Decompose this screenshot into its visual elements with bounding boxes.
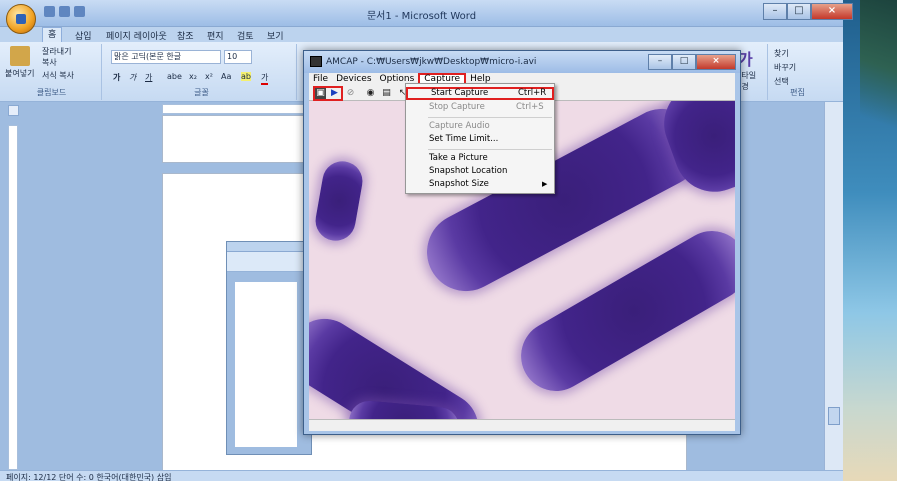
menu-item-set-time-limit[interactable]: Set Time Limit...: [406, 133, 554, 146]
menu-item-label: Snapshot Location: [429, 166, 508, 176]
close-button[interactable]: ×: [811, 3, 853, 20]
superscript-icon[interactable]: x²: [205, 72, 213, 81]
format-painter-button[interactable]: 서식 복사: [42, 70, 74, 81]
vertical-scrollbar[interactable]: [824, 102, 843, 470]
desktop-palm-tree: [860, 0, 897, 130]
amcap-close-button[interactable]: ×: [696, 54, 736, 70]
tab-mailings[interactable]: 편지: [207, 29, 224, 42]
menu-devices[interactable]: Devices: [332, 73, 375, 86]
status-bar: 페이지: 12/12 단어 수: 0 한국어(대한민국) 삽입: [0, 470, 843, 481]
tab-selector[interactable]: [8, 105, 19, 116]
tab-page-layout[interactable]: 페이지 레이아웃: [106, 29, 167, 42]
editing-group-label: 편집: [790, 88, 805, 97]
clipboard-group-label: 클립보드: [36, 88, 67, 97]
amcap-minimize-button[interactable]: –: [648, 54, 672, 70]
cut-button[interactable]: 잘라내기: [42, 46, 71, 57]
tab-home[interactable]: 홈: [42, 27, 63, 42]
menu-separator: [428, 117, 552, 118]
tab-view[interactable]: 보기: [267, 29, 284, 42]
menu-item-take-a-picture[interactable]: Take a Picture: [406, 152, 554, 165]
font-size-combo[interactable]: 10: [224, 50, 252, 64]
word-title-bar: 문서1 - Microsoft Word – □ ×: [0, 0, 853, 27]
maximize-button[interactable]: □: [787, 3, 811, 20]
italic-icon[interactable]: 가: [129, 72, 136, 83]
menu-item-shortcut: Ctrl+R: [518, 88, 547, 98]
replace-button[interactable]: 바꾸기: [774, 62, 796, 73]
menu-file[interactable]: File: [309, 73, 332, 86]
menu-item-stop-capture[interactable]: Stop Capture Ctrl+S: [406, 101, 554, 114]
menu-item-snapshot-location[interactable]: Snapshot Location: [406, 165, 554, 178]
amcap-title-bar: AMCAP - C:₩Users₩jkw₩Desktop₩micro-i.avi…: [304, 51, 740, 73]
font-group: 맑은 고딕(본문 한글 10 가 가 가 abe x₂ x² Aa ab 가 글…: [107, 44, 297, 100]
tab-review[interactable]: 검토: [237, 29, 254, 42]
menu-item-shortcut: Ctrl+S: [516, 102, 544, 112]
underline-icon[interactable]: 가: [145, 72, 152, 83]
bacterium-cell: [309, 305, 492, 419]
submenu-arrow-icon: ▶: [542, 180, 548, 188]
minimize-button[interactable]: –: [763, 3, 787, 20]
embedded-screenshot-image: [226, 241, 312, 455]
stop-icon[interactable]: ⊘: [345, 88, 356, 99]
find-button[interactable]: 찾기: [774, 48, 789, 59]
bold-icon[interactable]: 가: [113, 72, 120, 83]
capture-menu-dropdown: Start Capture Ctrl+R Stop Capture Ctrl+S…: [405, 83, 555, 194]
amcap-window-title: AMCAP - C:₩Users₩jkw₩Desktop₩micro-i.avi: [326, 57, 537, 67]
bacterium-cell: [312, 158, 366, 244]
select-button[interactable]: 선택: [774, 76, 789, 87]
menu-item-label: Stop Capture: [429, 102, 485, 112]
strikethrough-icon[interactable]: abe: [167, 72, 182, 81]
ribbon-tabs: 홈 삽입 페이지 레이아웃 참조 편지 검토 보기: [0, 27, 843, 42]
toolbar-highlight-box: [313, 86, 343, 101]
tab-references[interactable]: 참조: [177, 29, 194, 42]
menu-item-start-capture[interactable]: Start Capture Ctrl+R: [406, 87, 554, 100]
menu-item-label: Start Capture: [431, 88, 489, 98]
menu-separator: [428, 149, 552, 150]
amcap-window-controls: – □ ×: [648, 54, 736, 70]
vertical-ruler[interactable]: [8, 125, 18, 470]
highlight-color-icon[interactable]: ab: [241, 72, 251, 81]
scrollbar-thumb[interactable]: [828, 407, 840, 425]
menu-item-label: Take a Picture: [429, 153, 488, 163]
font-group-label: 글꼴: [194, 88, 209, 97]
amcap-app-icon: [310, 56, 322, 67]
clipboard-group: 붙여넣기 잘라내기 복사 서식 복사 클립보드: [2, 44, 102, 100]
screen-icon[interactable]: ▤: [381, 88, 392, 99]
capture-icon[interactable]: ◉: [365, 88, 376, 99]
menu-item-snapshot-size[interactable]: Snapshot Size ▶: [406, 178, 554, 191]
office-button[interactable]: [6, 4, 36, 34]
menu-item-label: Capture Audio: [429, 121, 490, 131]
word-window-title: 문서1 - Microsoft Word: [366, 11, 477, 22]
paste-button[interactable]: 붙여넣기: [5, 68, 34, 79]
paste-icon[interactable]: [10, 46, 30, 66]
copy-button[interactable]: 복사: [42, 57, 57, 68]
change-case-icon[interactable]: Aa: [221, 72, 231, 81]
font-color-icon[interactable]: 가: [261, 72, 269, 85]
tab-insert[interactable]: 삽입: [75, 29, 92, 42]
word-window-controls: – □ ×: [763, 3, 853, 20]
menu-item-label: Snapshot Size: [429, 179, 489, 189]
menu-item-capture-audio[interactable]: Capture Audio: [406, 120, 554, 133]
font-name-combo[interactable]: 맑은 고딕(본문 한글: [111, 50, 221, 64]
menu-item-label: Set Time Limit...: [429, 134, 499, 144]
editing-group: 찾기 바꾸기 선택 편집: [770, 44, 825, 100]
subscript-icon[interactable]: x₂: [189, 72, 197, 81]
amcap-maximize-button[interactable]: □: [672, 54, 696, 70]
document-page-previous: [162, 115, 312, 163]
amcap-status-bar: [309, 419, 735, 431]
status-text: 페이지: 12/12 단어 수: 0 한국어(대한민국) 삽입: [6, 473, 172, 481]
